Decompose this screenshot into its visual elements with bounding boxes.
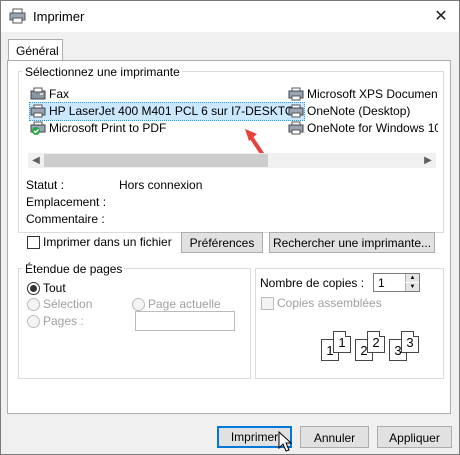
printer-item-ms-xps[interactable]: Microsoft XPS Document (288, 86, 438, 103)
printer-default-icon (30, 121, 46, 135)
range-pages-radio[interactable] (27, 315, 40, 328)
printer-name: Fax (49, 86, 70, 101)
printer-name: OneNote for Windows 10 (307, 120, 438, 135)
fax-icon (30, 87, 46, 100)
print-to-file-checkbox[interactable] (27, 236, 40, 249)
copies-count-stepper[interactable]: 1 ▲ ▼ (373, 273, 420, 292)
printer-item-onenote-desktop[interactable]: OneNote (Desktop) (288, 103, 410, 120)
spin-up-icon[interactable]: ▲ (405, 274, 419, 282)
printer-group-label: Sélectionnez une imprimante (23, 65, 182, 79)
printer-item-ms-print-to-pdf[interactable]: Microsoft Print to PDF (30, 120, 166, 137)
printer-item-fax[interactable]: Fax (30, 86, 69, 103)
range-all-label[interactable]: Tout (43, 281, 66, 295)
copies-count-label: Nombre de copies : (260, 276, 365, 290)
printer-name: Microsoft XPS Document (307, 86, 438, 101)
status-label: Statut : (26, 178, 65, 192)
tab-general-label: Général (16, 44, 59, 58)
collate-checkbox[interactable] (261, 297, 274, 310)
printer-icon (288, 121, 304, 135)
pages-input[interactable] (135, 311, 235, 331)
scroll-right-icon[interactable]: ▶ (420, 153, 436, 168)
page-range-label: Étendue de pages (23, 262, 125, 276)
spin-down-icon[interactable]: ▼ (405, 283, 419, 291)
title-bar: Imprimer ✕ (1, 1, 459, 32)
find-printer-button[interactable]: Rechercher une imprimante... (269, 232, 435, 253)
range-selection-radio[interactable] (27, 298, 40, 311)
range-current-page-radio[interactable] (132, 298, 145, 311)
printer-list[interactable]: Fax HP LaserJet 400 M401 PCL 6 sur I7-DE… (28, 83, 438, 153)
printer-icon (288, 87, 304, 101)
printer-app-icon (9, 8, 26, 24)
range-all-radio[interactable] (27, 282, 40, 295)
printer-name: OneNote (Desktop) (307, 103, 411, 118)
print-dialog: Imprimer ✕ Général Sélectionnez une impr… (0, 0, 460, 455)
printer-name: HP LaserJet 400 M401 PCL 6 sur I7-DESKTO… (49, 103, 303, 118)
close-icon[interactable]: ✕ (423, 1, 459, 32)
comment-label: Commentaire : (26, 212, 105, 226)
print-to-file-label[interactable]: Imprimer dans un fichier (43, 235, 172, 249)
cancel-button[interactable]: Annuler (300, 426, 369, 448)
range-selection-label[interactable]: Sélection (43, 297, 92, 311)
apply-button[interactable]: Appliquer (377, 426, 452, 448)
tab-general[interactable]: Général (8, 39, 63, 61)
window-title: Imprimer (33, 9, 85, 24)
collate-illustration: 1 1 2 2 3 3 (321, 329, 421, 361)
printer-icon (30, 104, 46, 118)
printer-name: Microsoft Print to PDF (49, 120, 167, 135)
scrollbar-thumb[interactable] (44, 154, 268, 167)
printer-item-onenote-win10[interactable]: OneNote for Windows 10 (288, 120, 438, 137)
collate-label[interactable]: Copies assemblées (277, 296, 382, 310)
collate-page: 1 (333, 331, 351, 353)
printer-icon (288, 104, 304, 118)
copies-count-value: 1 (378, 276, 385, 290)
scroll-left-icon[interactable]: ◀ (28, 153, 44, 168)
printer-item-hp-laserjet[interactable]: HP LaserJet 400 M401 PCL 6 sur I7-DESKTO… (29, 102, 306, 121)
status-value: Hors connexion (119, 178, 203, 192)
range-pages-label[interactable]: Pages : (43, 314, 84, 328)
mouse-cursor-icon (278, 431, 292, 452)
location-label: Emplacement : (26, 195, 107, 209)
preferences-button[interactable]: Préférences (181, 232, 263, 253)
printer-list-scrollbar[interactable]: ◀ ▶ (28, 153, 436, 168)
range-current-page-label[interactable]: Page actuelle (148, 297, 221, 311)
collate-page: 3 (401, 331, 419, 353)
collate-page: 2 (367, 331, 385, 353)
